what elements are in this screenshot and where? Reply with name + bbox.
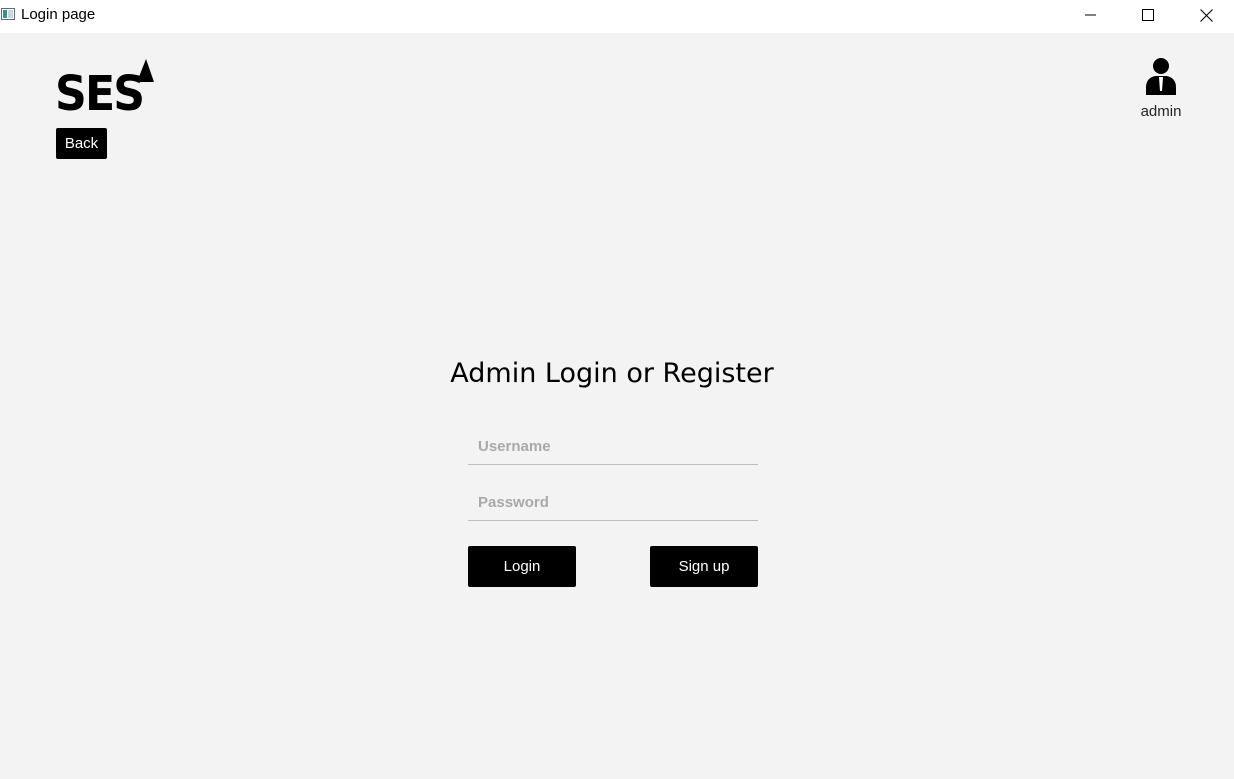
ses-logo: SES [55,58,157,122]
user-icon [1146,58,1176,95]
password-input[interactable] [468,485,758,521]
user-label: admin [1140,103,1182,120]
maximize-icon [1142,9,1154,21]
login-button[interactable]: Login [468,546,576,587]
app-window-icon [1,8,15,20]
back-button[interactable]: Back [56,128,107,159]
logo-text: SES [55,66,145,122]
minimize-button[interactable] [1062,0,1120,30]
minimize-icon [1085,14,1096,16]
login-window: Login page SES Back admin Admin Login or… [0,0,1234,779]
close-icon [1199,8,1213,22]
maximize-button[interactable] [1119,0,1177,30]
title-bar: Login page [0,0,1234,33]
form-title: Admin Login or Register [450,358,774,389]
window-title: Login page [21,6,96,23]
logo-triangle-icon [137,59,154,82]
close-button[interactable] [1177,0,1234,30]
signup-button[interactable]: Sign up [650,546,758,587]
client-area: SES Back admin Admin Login or Register L… [0,33,1234,779]
user-profile[interactable]: admin [1130,56,1192,126]
username-input[interactable] [468,429,758,465]
